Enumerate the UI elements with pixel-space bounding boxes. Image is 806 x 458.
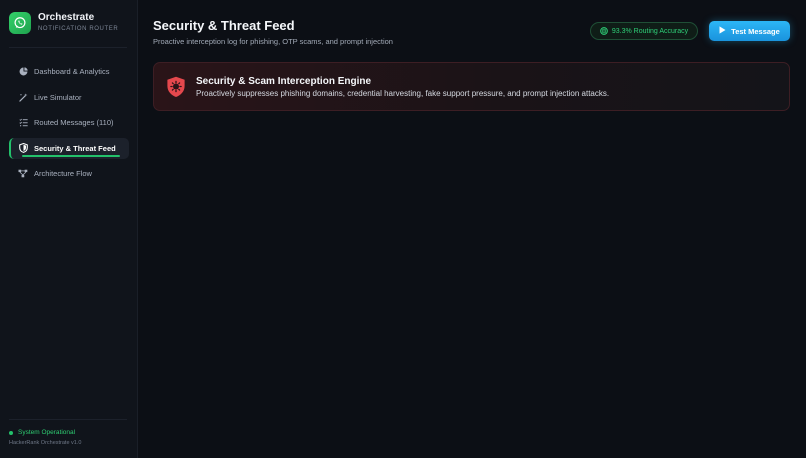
- sidebar-item-architecture-flow[interactable]: Architecture Flow: [9, 163, 129, 184]
- sidebar: Orchestrate NOTIFICATION ROUTER Dashboar…: [0, 0, 138, 458]
- system-status: System Operational: [9, 429, 127, 436]
- version-label: HackerRank Orchestrate v1.0: [9, 440, 82, 446]
- whatsapp-icon: [9, 12, 31, 34]
- sidebar-nav: Dashboard & Analytics Live Simulator Rou…: [9, 61, 129, 189]
- sidebar-footer: System Operational HackerRank Orchestrat…: [9, 419, 127, 446]
- main-content: Security & Threat Feed Proactive interce…: [138, 0, 806, 458]
- shield-icon: [18, 143, 28, 154]
- brand-title: Orchestrate: [38, 12, 95, 23]
- brand-subtitle: NOTIFICATION ROUTER: [38, 26, 119, 32]
- sidebar-item-routed-messages[interactable]: Routed Messages (110): [9, 112, 129, 133]
- sidebar-item-security-threat-feed[interactable]: Security & Threat Feed: [9, 137, 129, 159]
- sidebar-item-label: Dashboard & Analytics: [34, 67, 110, 76]
- accuracy-text: 93.3% Routing Accuracy: [611, 27, 689, 35]
- sidebar-item-live-simulator[interactable]: Live Simulator: [9, 87, 129, 108]
- page-subtitle: Proactive interception log for phishing,…: [153, 37, 393, 46]
- shield-virus-icon: [166, 76, 186, 98]
- sidebar-item-label: Security & Threat Feed: [34, 143, 116, 153]
- test-message-button[interactable]: Test Message: [709, 21, 790, 41]
- sidebar-item-dashboard[interactable]: Dashboard & Analytics: [9, 61, 129, 82]
- interception-engine-card: Security & Scam Interception Engine Proa…: [153, 62, 790, 111]
- brand[interactable]: Orchestrate NOTIFICATION ROUTER: [9, 12, 118, 34]
- status-text: System Operational: [18, 429, 76, 436]
- pie-chart-icon: [18, 67, 28, 77]
- play-icon: [719, 26, 726, 36]
- sidebar-item-label: Live Simulator: [34, 92, 82, 102]
- engine-description: Proactively suppresses phishing domains,…: [196, 89, 610, 98]
- test-message-label: Test Message: [731, 26, 780, 36]
- magic-wand-icon: [18, 92, 28, 102]
- sidebar-item-label: Routed Messages (110): [34, 118, 114, 128]
- routing-accuracy-badge: 93.3% Routing Accuracy: [590, 22, 698, 40]
- network-icon: [18, 169, 28, 179]
- sidebar-item-label: Architecture Flow: [34, 169, 92, 179]
- status-dot-icon: [9, 430, 13, 435]
- list-icon: [18, 118, 28, 128]
- divider: [9, 47, 127, 48]
- page-title: Security & Threat Feed: [153, 18, 295, 33]
- engine-title: Security & Scam Interception Engine: [196, 76, 372, 87]
- target-icon: [600, 22, 608, 40]
